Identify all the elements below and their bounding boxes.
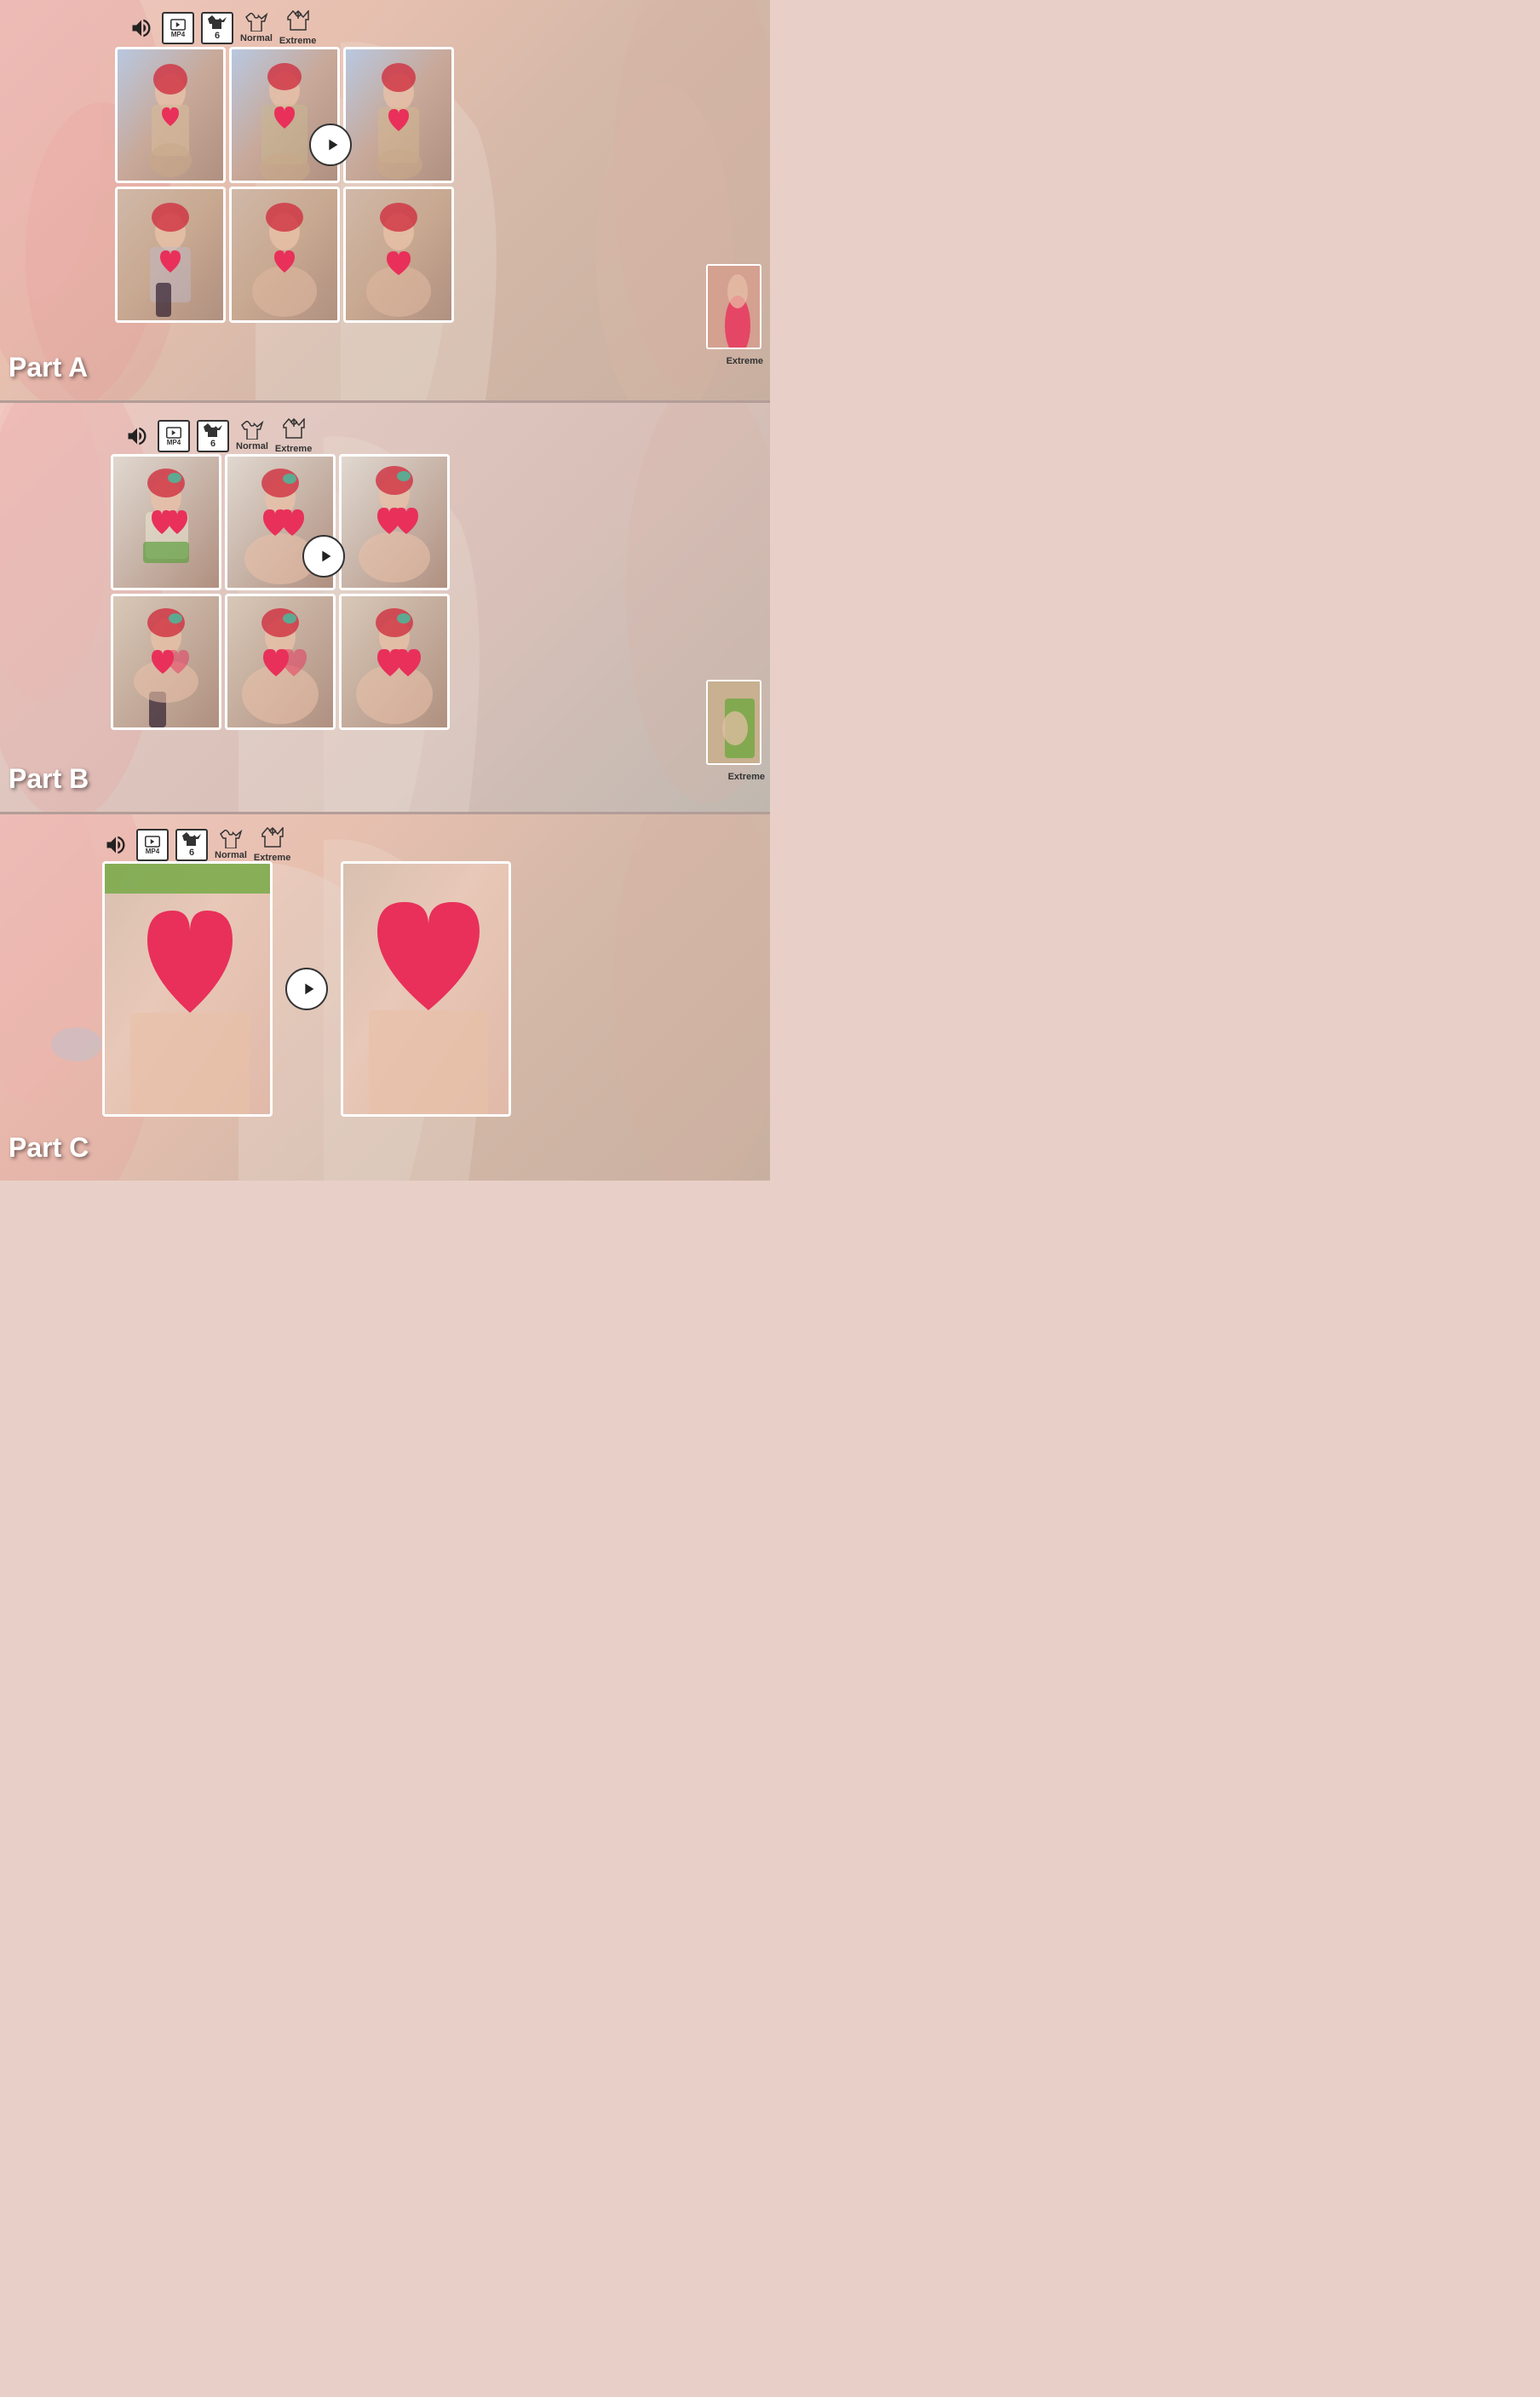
thumb-a5[interactable] [229,187,340,323]
thumb-a3[interactable] [343,47,454,183]
thumb-b4[interactable] [111,594,221,730]
thumb-b6[interactable] [339,594,450,730]
extreme-thumb-a[interactable] [706,264,761,349]
extreme-text-a: Extreme [279,36,316,46]
play-button-b[interactable] [302,535,345,578]
normal-label-c[interactable]: Normal [215,830,247,860]
mp4-button-a[interactable]: MP4 [162,12,194,44]
extreme-label-b[interactable]: Extreme [275,418,312,454]
part-label-c: Part C [9,1132,89,1164]
thumb-b5[interactable] [225,594,336,730]
controls-bar-b: MP4 6 Normal Extreme [124,418,312,454]
thumb-a1[interactable] [115,47,226,183]
normal-text-a: Normal [240,33,273,43]
extreme-label-text-b: Extreme [728,772,765,782]
badge-box-b[interactable]: 6 [197,420,229,452]
play-button-c[interactable] [285,968,328,1010]
badge-box-a[interactable]: 6 [201,12,233,44]
badge-box-c[interactable]: 6 [175,829,208,861]
play-button-a[interactable] [309,124,352,166]
mp4-button-b[interactable]: MP4 [158,420,190,452]
extreme-label-c[interactable]: Extreme [254,827,290,863]
extreme-thumb-b[interactable] [706,680,761,765]
thumb-c1[interactable] [102,861,273,1117]
normal-text-b: Normal [236,441,268,451]
image-grid-b [111,454,450,730]
normal-text-c: Normal [215,850,247,860]
thumb-b1[interactable] [111,454,221,590]
mp4-label-b: MP4 [167,439,181,446]
extreme-text-c: Extreme [254,853,290,863]
image-grid-c [102,861,511,1117]
controls-bar-c: MP4 6 Normal Extreme [102,827,290,863]
image-grid-a [115,47,454,323]
mp4-label-a: MP4 [171,31,185,38]
extreme-label-a[interactable]: Extreme [279,10,316,46]
part-label-b: Part B [9,763,89,795]
controls-bar-a: MP4 6 Normal Extreme [128,10,316,46]
normal-label-a[interactable]: Normal [240,13,273,43]
thumb-b3[interactable] [339,454,450,590]
sound-button-b[interactable] [124,422,151,450]
section-part-a: MP4 6 Normal Extreme [0,0,770,400]
thumb-slot-a3 [343,47,454,183]
thumb-c2[interactable] [341,861,511,1117]
thumb-a4[interactable] [115,187,226,323]
section-part-b: MP4 6 Normal Extreme [0,403,770,812]
badge-num-c: 6 [189,848,194,858]
badge-num-b: 6 [210,439,215,449]
section-part-c: MP4 6 Normal Extreme [0,814,770,1181]
part-label-a: Part A [9,352,88,383]
extreme-text-b: Extreme [275,444,312,454]
extreme-label-text-a: Extreme [727,356,763,366]
sound-button-c[interactable] [102,831,129,859]
normal-label-b[interactable]: Normal [236,421,268,451]
thumb-a6[interactable] [343,187,454,323]
mp4-button-c[interactable]: MP4 [136,829,169,861]
mp4-label-c: MP4 [146,848,159,855]
sound-button-a[interactable] [128,14,155,42]
badge-num-a: 6 [215,31,220,41]
